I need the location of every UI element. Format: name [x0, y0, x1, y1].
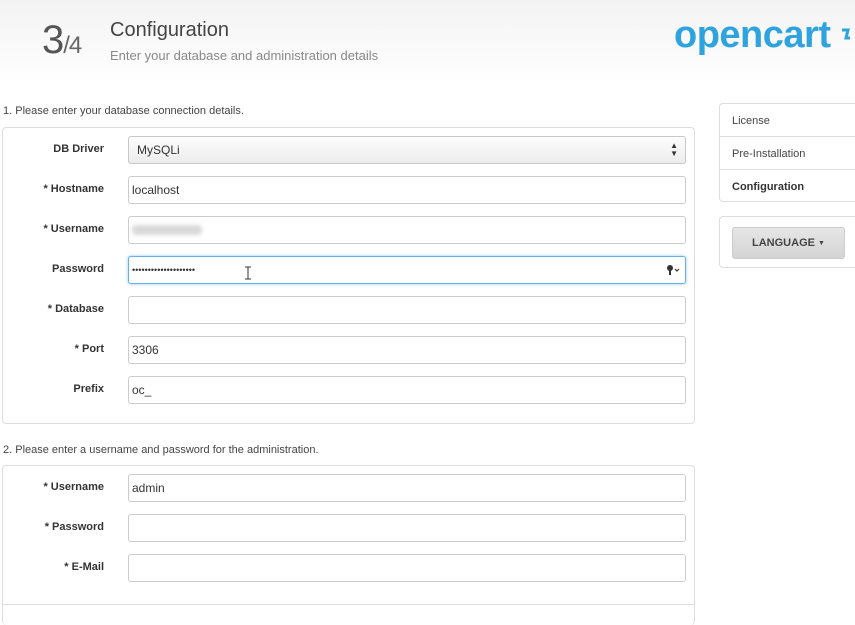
- db-hostname-input[interactable]: localhost: [128, 176, 686, 204]
- step-total: /4: [63, 32, 82, 59]
- db-username-label: * Username: [43, 223, 104, 235]
- admin-email-row: * E-Mail: [3, 554, 694, 582]
- page-subtitle: Enter your database and administration d…: [110, 48, 379, 63]
- opencart-logo: opencart: [674, 14, 831, 56]
- admin-section-heading: 2. Please enter a username and password …: [3, 444, 319, 456]
- page-header: 3/4 Configuration Enter your database an…: [0, 0, 855, 84]
- page-title: Configuration: [110, 19, 229, 41]
- db-driver-select[interactable]: MySQLi ▲ ▼: [128, 136, 686, 164]
- text-cursor-icon: [245, 266, 251, 280]
- db-driver-row: DB Driver MySQLi ▲ ▼: [3, 136, 694, 164]
- language-button[interactable]: LANGUAGE ▼: [732, 227, 845, 259]
- db-username-row: * Username: [3, 216, 694, 244]
- step-current: 3: [42, 18, 64, 62]
- admin-username-label: * Username: [43, 481, 104, 493]
- db-database-label: * Database: [47, 303, 104, 315]
- db-panel: DB Driver MySQLi ▲ ▼ * Hostname localhost…: [2, 127, 695, 424]
- db-hostname-label: * Hostname: [43, 183, 104, 195]
- admin-email-label: * E-Mail: [64, 561, 104, 573]
- db-driver-value: MySQLi: [137, 143, 180, 157]
- divider: [3, 604, 694, 605]
- db-port-label: * Port: [74, 343, 104, 355]
- step-indicator: 3/4: [42, 18, 82, 63]
- caret-down-icon: ▼: [818, 240, 825, 247]
- db-password-row: Password ••••••••••••••••••••: [3, 256, 694, 284]
- db-port-input[interactable]: 3306: [128, 336, 686, 364]
- admin-username-row: * Username admin: [3, 474, 694, 502]
- db-prefix-label: Prefix: [73, 383, 104, 395]
- admin-password-row: * Password: [3, 514, 694, 542]
- admin-panel: * Username admin * Password * E-Mail: [2, 465, 695, 625]
- admin-username-input[interactable]: admin: [128, 474, 686, 502]
- updown-arrows-icon: ▲ ▼: [670, 141, 678, 158]
- step-license[interactable]: License: [720, 104, 855, 137]
- db-prefix-row: Prefix oc_: [3, 376, 694, 404]
- db-password-label: Password: [52, 263, 104, 275]
- db-prefix-input[interactable]: oc_: [128, 376, 686, 404]
- cart-icon: [842, 28, 850, 40]
- language-panel: LANGUAGE ▼: [719, 216, 855, 268]
- password-mask: ••••••••••••••••••••: [132, 265, 196, 275]
- admin-email-input[interactable]: [128, 554, 686, 582]
- admin-password-label: * Password: [44, 521, 104, 533]
- db-database-row: * Database: [3, 296, 694, 324]
- db-hostname-row: * Hostname localhost: [3, 176, 694, 204]
- db-database-input[interactable]: [128, 296, 686, 324]
- db-port-row: * Port 3306: [3, 336, 694, 364]
- blurred-username: [132, 225, 202, 235]
- step-pre-installation[interactable]: Pre-Installation: [720, 137, 855, 170]
- step-configuration[interactable]: Configuration: [720, 170, 855, 203]
- db-section-heading: 1. Please enter your database connection…: [3, 105, 244, 117]
- install-steps-list: License Pre-Installation Configuration: [719, 103, 855, 202]
- language-button-label: LANGUAGE: [752, 237, 815, 249]
- db-password-input[interactable]: ••••••••••••••••••••: [128, 256, 686, 284]
- db-username-input[interactable]: [128, 216, 686, 244]
- db-driver-label: DB Driver: [53, 143, 104, 155]
- admin-password-input[interactable]: [128, 514, 686, 542]
- key-icon[interactable]: [666, 264, 680, 276]
